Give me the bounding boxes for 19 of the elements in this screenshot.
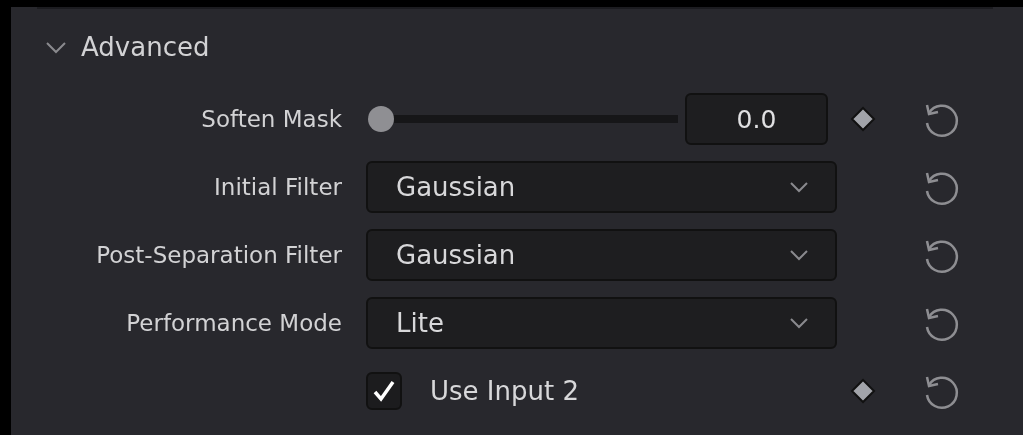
keyframe-diamond-icon[interactable] [850, 106, 876, 132]
keyframe-diamond-icon[interactable] [850, 378, 876, 404]
dropdown[interactable]: Gaussian [366, 161, 837, 213]
chevron-icon [789, 249, 809, 261]
chevron-icon [789, 317, 809, 329]
dropdown[interactable]: Lite [366, 297, 837, 349]
dropdown[interactable]: Gaussian [366, 229, 837, 281]
number-field[interactable]: 0.0 [685, 93, 828, 145]
chevron-icon[interactable] [45, 39, 67, 54]
checkmark-icon [372, 379, 396, 403]
chevron-icon [789, 181, 809, 193]
field-label: Initial Filter [214, 174, 342, 200]
section-title: Advanced [81, 31, 210, 62]
checkbox-label[interactable]: Use Input 2 [430, 376, 579, 406]
checkbox[interactable] [366, 372, 402, 410]
field-label: Soften Mask [201, 106, 342, 132]
field-label: Performance Mode [126, 310, 342, 336]
field-label: Post-Separation Filter [96, 242, 342, 268]
slider-thumb[interactable] [368, 106, 394, 132]
